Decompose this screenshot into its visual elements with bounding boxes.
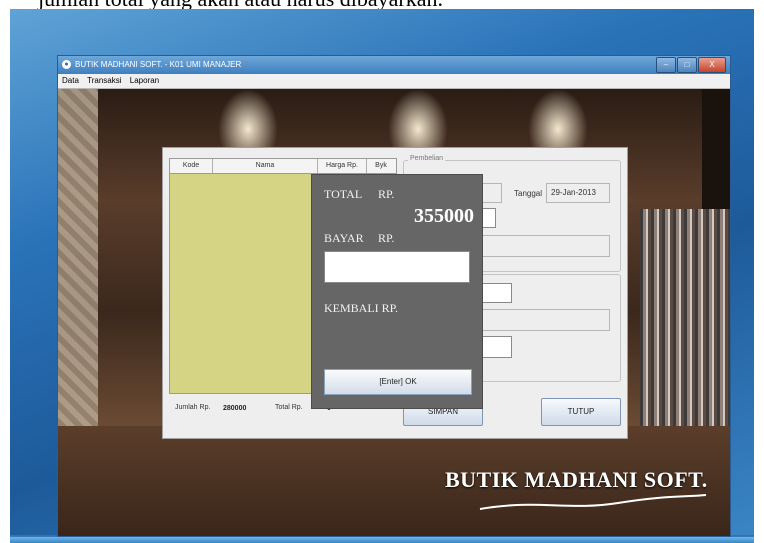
- byk-input[interactable]: [478, 336, 512, 358]
- app-window: ● BUTIK MADHANI SOFT. - K01 UMI MANAJER …: [57, 55, 731, 537]
- kembali-label: KEMBALI RP.: [324, 301, 399, 315]
- maximize-button[interactable]: □: [677, 57, 697, 73]
- total-currency: RP.: [378, 187, 395, 201]
- brand-logo-text: BUTIK MADHANI SOFT.: [445, 467, 708, 492]
- column-header-nama[interactable]: Nama: [213, 159, 318, 173]
- window-title: BUTIK MADHANI SOFT. - K01 UMI MANAJER: [75, 60, 242, 69]
- total-amount: 355000: [414, 205, 474, 227]
- detail-field[interactable]: [478, 309, 610, 331]
- tanggal-label: Tanggal: [514, 189, 543, 198]
- jumlah-value: 280000: [223, 405, 247, 412]
- menu-laporan[interactable]: Laporan: [130, 76, 159, 85]
- total-label: Total Rp.: [275, 404, 303, 411]
- tutup-button[interactable]: TUTUP: [541, 398, 621, 426]
- bayar-label: BAYAR: [324, 231, 364, 245]
- menu-bar: Data Transaksi Laporan: [58, 74, 730, 89]
- column-header-harga[interactable]: Harga Rp.: [318, 159, 367, 173]
- bayar-input[interactable]: [324, 251, 470, 283]
- title-bar[interactable]: ● BUTIK MADHANI SOFT. - K01 UMI MANAJER …: [58, 56, 730, 74]
- window-controls: – □ X: [656, 57, 726, 73]
- menu-data[interactable]: Data: [62, 76, 79, 85]
- payment-dialog: TOTAL RP. 355000 BAYAR RP. KEMBALI RP. […: [311, 174, 483, 409]
- enter-ok-button[interactable]: [Enter] OK: [324, 369, 472, 395]
- app-icon: ●: [62, 60, 71, 69]
- column-header-byk[interactable]: Byk: [367, 159, 395, 173]
- tanggal-field[interactable]: 29-Jan-2013: [546, 183, 610, 203]
- content-area: Kode Nama Harga Rp. Byk Jumlah Rp. 28000…: [58, 89, 730, 536]
- table-header: Kode Nama Harga Rp. Byk: [170, 159, 396, 174]
- desktop-background: ● BUTIK MADHANI SOFT. - K01 UMI MANAJER …: [10, 9, 754, 543]
- column-header-kode[interactable]: Kode: [170, 159, 213, 173]
- menu-transaksi[interactable]: Transaksi: [87, 76, 121, 85]
- close-button[interactable]: X: [698, 57, 726, 73]
- total-label-pay: TOTAL: [324, 187, 363, 201]
- nama-field[interactable]: [474, 235, 610, 257]
- bayar-currency: RP.: [378, 231, 395, 245]
- taskbar: [10, 537, 754, 543]
- minimize-button[interactable]: –: [656, 57, 676, 73]
- harga-input[interactable]: [478, 283, 512, 303]
- pembelian-group-title: Pembelian: [408, 155, 446, 162]
- brand-swoosh-icon: [479, 494, 707, 510]
- jumlah-label: Jumlah Rp.: [175, 404, 211, 411]
